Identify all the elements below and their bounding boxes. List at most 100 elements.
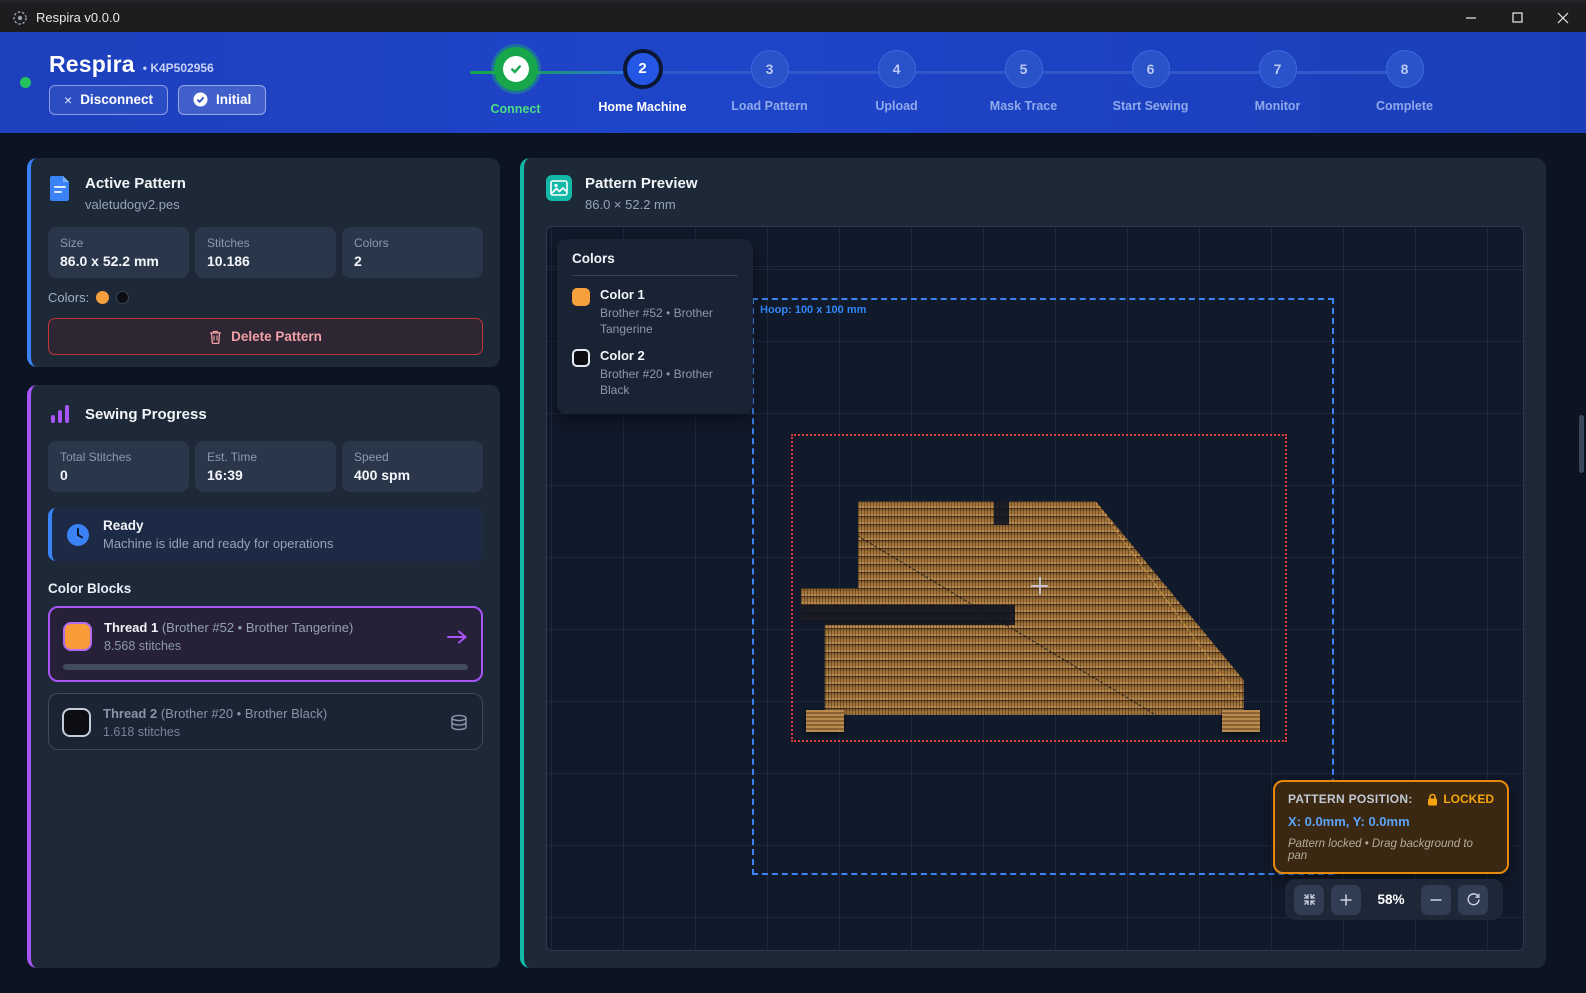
pattern-foot-right: [1222, 710, 1260, 732]
preview-title: Pattern Preview: [585, 175, 698, 192]
stat-total-stitches: Total Stitches 0: [48, 441, 189, 492]
step-number: 8: [1386, 50, 1424, 88]
step-connect[interactable]: Connect: [452, 50, 579, 116]
step-number: 2: [623, 49, 663, 89]
app-header: Respira • K4P502956 × Disconnect Initial: [0, 32, 1586, 133]
step-label: Monitor: [1255, 99, 1301, 113]
colors-label: Colors:: [48, 290, 89, 305]
app-icon: [12, 10, 28, 26]
layers-icon: [449, 714, 469, 732]
zoom-out-button[interactable]: [1421, 885, 1451, 915]
step-label: Load Pattern: [731, 99, 807, 113]
thread-2-detail: (Brother #20 • Brother Black): [161, 706, 327, 721]
legend-swatch-black: [572, 349, 590, 367]
zoom-level: 58%: [1368, 892, 1414, 907]
legend-color-2: Color 2 Brother #20 • Brother Black: [572, 348, 738, 398]
check-circle-icon: [193, 92, 208, 107]
thread-2-block[interactable]: Thread 2 (Brother #20 • Brother Black) 1…: [48, 693, 483, 750]
pattern-foot-left: [806, 710, 844, 732]
status-message: Machine is idle and ready for operations: [103, 536, 334, 551]
locked-label: LOCKED: [1443, 792, 1494, 806]
center-crosshair-icon: [1031, 577, 1048, 594]
stat-colors: Colors 2: [342, 227, 483, 278]
app-name: Respira: [49, 51, 135, 78]
close-icon: ×: [64, 92, 72, 108]
stat-stitches: Stitches 10.186: [195, 227, 336, 278]
delete-pattern-button[interactable]: Delete Pattern: [48, 318, 483, 355]
sewing-progress-card: Sewing Progress Total Stitches 0 Est. Ti…: [27, 385, 500, 968]
fit-to-screen-button[interactable]: [1294, 885, 1324, 915]
window-title: Respira v0.0.0: [36, 10, 120, 25]
color-swatch-tangerine: [96, 291, 109, 304]
initial-button[interactable]: Initial: [178, 85, 266, 115]
stat-est-time: Est. Time 16:39: [195, 441, 336, 492]
scrollbar-thumb[interactable]: [1579, 415, 1584, 473]
step-home-machine[interactable]: 2 Home Machine: [579, 50, 706, 116]
delete-pattern-label: Delete Pattern: [231, 329, 322, 344]
preview-canvas[interactable]: Hoop: 100 x 100 mm Colors: [546, 226, 1524, 951]
main-content: Active Pattern valetudogv2.pes Size 86.0…: [0, 133, 1586, 993]
step-label: Complete: [1376, 99, 1433, 113]
initial-label: Initial: [216, 92, 251, 107]
zoom-controls: 58%: [1285, 879, 1503, 920]
colors-legend-panel: Colors Color 1 Brother #52 • Brother Tan…: [557, 239, 753, 414]
thread-2-swatch: [62, 708, 91, 737]
active-pattern-card: Active Pattern valetudogv2.pes Size 86.0…: [27, 158, 500, 367]
thread-2-stitches: 1.618 stitches: [103, 725, 327, 739]
legend-swatch-tangerine: [572, 288, 590, 306]
hoop-label: Hoop: 100 x 100 mm: [760, 304, 866, 316]
zoom-in-button[interactable]: [1331, 885, 1361, 915]
clock-icon: [66, 523, 90, 547]
step-label: Mask Trace: [990, 99, 1057, 113]
thread-1-stitches: 8.568 stitches: [104, 639, 353, 653]
disconnect-button[interactable]: × Disconnect: [49, 85, 168, 115]
bar-chart-icon: [48, 402, 72, 426]
trash-icon: [209, 330, 222, 344]
step-label: Connect: [491, 102, 541, 116]
status-title: Ready: [103, 518, 334, 533]
maximize-button[interactable]: [1494, 3, 1540, 32]
step-number: 5: [1005, 50, 1043, 88]
step-number: 4: [878, 50, 916, 88]
close-button[interactable]: [1540, 3, 1586, 32]
minimize-button[interactable]: [1448, 3, 1494, 32]
step-number: 6: [1132, 50, 1170, 88]
wizard-stepper: Connect 2 Home Machine 3 Load Pattern 4 …: [452, 50, 1468, 116]
thread-1-name: Thread 1: [104, 620, 158, 635]
lock-icon: [1427, 793, 1438, 806]
pattern-preview-card: Pattern Preview 86.0 × 52.2 mm Hoop: 100…: [520, 158, 1546, 968]
step-label: Start Sewing: [1113, 99, 1189, 113]
thread-2-name: Thread 2: [103, 706, 157, 721]
file-icon: [48, 175, 72, 201]
step-label: Upload: [875, 99, 917, 113]
step-load-pattern[interactable]: 3 Load Pattern: [706, 50, 833, 116]
title-bar: Respira v0.0.0: [0, 0, 1586, 32]
preview-dimensions: 86.0 × 52.2 mm: [585, 197, 698, 212]
reset-view-button[interactable]: [1458, 885, 1488, 915]
step-start-sewing[interactable]: 6 Start Sewing: [1087, 50, 1214, 116]
step-complete[interactable]: 8 Complete: [1341, 50, 1468, 116]
check-icon: [503, 56, 529, 82]
stat-speed: Speed 400 spm: [342, 441, 483, 492]
legend-title: Colors: [572, 251, 738, 266]
image-icon: [546, 175, 572, 201]
disconnect-label: Disconnect: [80, 92, 153, 107]
arrow-right-icon: [446, 629, 468, 645]
thread-1-block[interactable]: Thread 1 (Brother #52 • Brother Tangerin…: [48, 606, 483, 682]
pattern-filename: valetudogv2.pes: [85, 197, 186, 212]
step-upload[interactable]: 4 Upload: [833, 50, 960, 116]
step-mask-trace[interactable]: 5 Mask Trace: [960, 50, 1087, 116]
position-coordinates: X: 0.0mm, Y: 0.0mm: [1288, 814, 1494, 829]
sewing-progress-title: Sewing Progress: [85, 406, 207, 423]
active-pattern-title: Active Pattern: [85, 175, 186, 192]
position-hint: Pattern locked • Drag background to pan: [1288, 838, 1494, 862]
separator-dot: •: [143, 61, 147, 75]
color-blocks-heading: Color Blocks: [48, 581, 483, 596]
position-label: PATTERN POSITION:: [1288, 792, 1413, 806]
pattern-notch-small: [994, 499, 1009, 525]
step-number: 7: [1259, 50, 1297, 88]
legend-color-1: Color 1 Brother #52 • Brother Tangerine: [572, 287, 738, 337]
step-monitor[interactable]: 7 Monitor: [1214, 50, 1341, 116]
pattern-position-overlay: PATTERN POSITION: LOCKED X: 0.0mm, Y: 0.…: [1273, 780, 1509, 874]
step-connect-circle: [494, 47, 538, 91]
